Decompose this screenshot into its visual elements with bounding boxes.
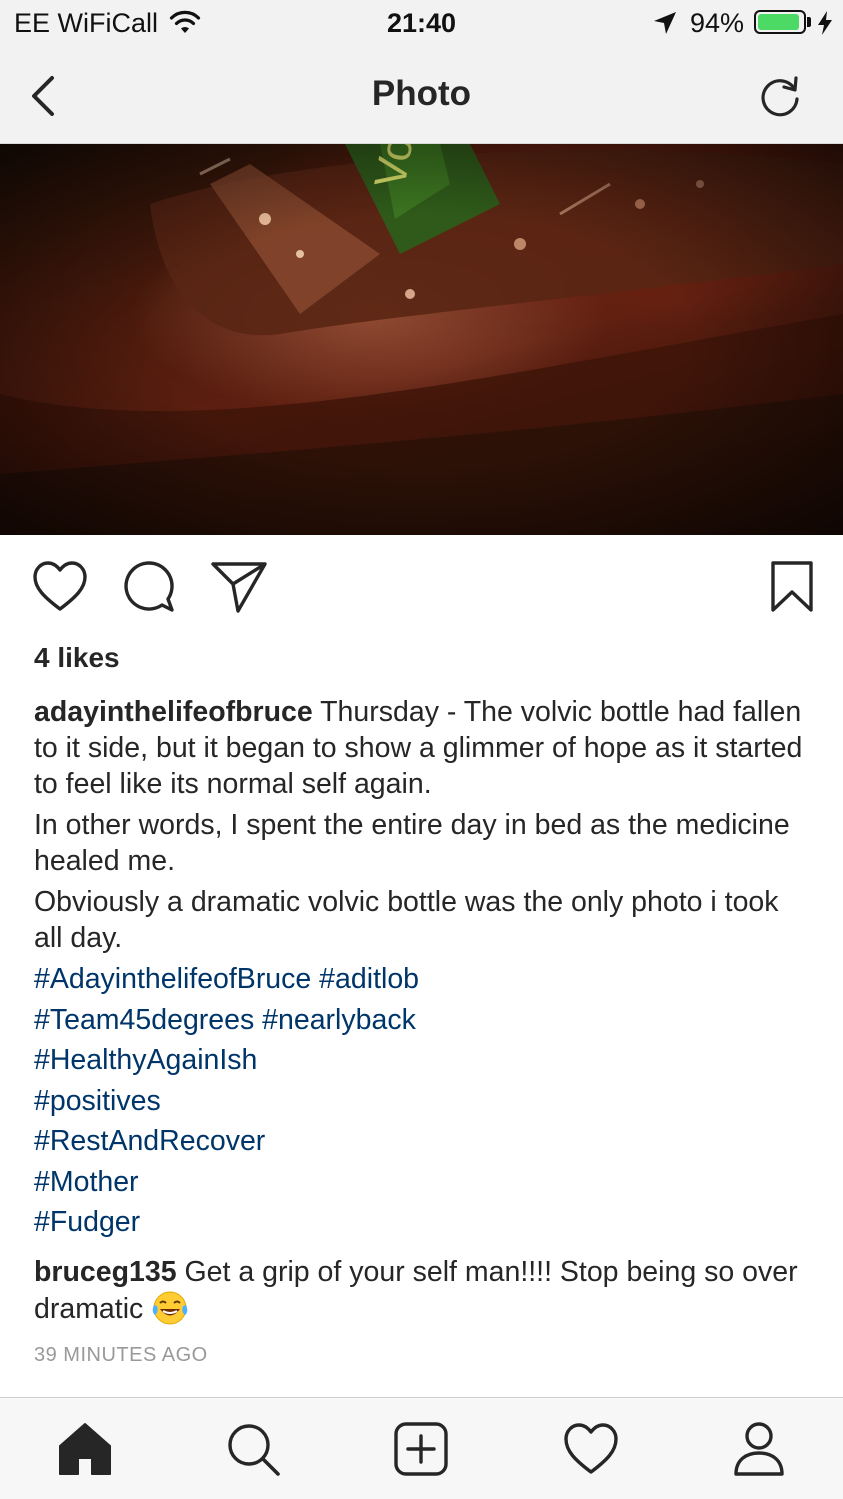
photo-vignette	[0, 144, 843, 535]
battery-icon	[754, 10, 806, 34]
home-icon[interactable]	[56, 1420, 114, 1478]
hashtag-line[interactable]: #Mother	[34, 1162, 814, 1203]
hashtag-list: #AdayinthelifeofBruce #aditlob #Team45de…	[34, 959, 814, 1243]
post-timestamp: 39 MINUTES AGO	[34, 1344, 208, 1366]
battery-percent: 94%	[690, 8, 745, 38]
comment: bruceg135 Get a grip of your self man!!!…	[34, 1254, 814, 1327]
heart-icon[interactable]	[32, 560, 88, 614]
action-bar	[0, 560, 843, 620]
hashtag-line[interactable]: #Team45degrees #nearlyback	[34, 1000, 814, 1041]
share-icon[interactable]	[210, 560, 268, 614]
battery-tip	[807, 17, 811, 27]
caption-paragraph-1: adayinthelifeofbruce Thursday - The volv…	[34, 694, 814, 802]
profile-icon[interactable]	[730, 1420, 788, 1478]
search-icon[interactable]	[224, 1420, 282, 1478]
nav-bar: Photo	[0, 48, 843, 144]
hashtag-line[interactable]: #positives	[34, 1081, 814, 1122]
page-title: Photo	[371, 74, 472, 113]
caption-username[interactable]: adayinthelifeofbruce	[34, 696, 313, 728]
hashtag-line[interactable]: #HealthyAgainIsh	[34, 1040, 814, 1081]
comment-username[interactable]: bruceg135	[34, 1256, 177, 1288]
post-caption: adayinthelifeofbruce Thursday - The volv…	[34, 694, 814, 961]
charging-bolt-icon	[818, 11, 832, 35]
tab-bar	[0, 1397, 843, 1499]
status-bar: EE WiFiCall 21:40 94%	[0, 0, 843, 48]
bookmark-icon[interactable]	[770, 560, 814, 614]
comment-icon[interactable]	[122, 560, 176, 614]
caption-paragraph-2: In other words, I spent the entire day i…	[34, 809, 790, 877]
hashtag-line[interactable]: #Fudger	[34, 1202, 814, 1243]
location-arrow-icon	[654, 12, 676, 34]
new-post-icon[interactable]	[392, 1420, 450, 1478]
post-photo[interactable]: Vo	[0, 144, 843, 535]
hashtag-line[interactable]: #AdayinthelifeofBruce #aditlob	[34, 959, 814, 1000]
laughing-tears-emoji	[152, 1291, 188, 1325]
caption-paragraph-3: Obviously a dramatic volvic bottle was t…	[34, 886, 779, 954]
refresh-icon[interactable]	[756, 72, 804, 120]
hashtag-line[interactable]: #RestAndRecover	[34, 1121, 814, 1162]
likes-count[interactable]: 4 likes	[34, 642, 120, 674]
activity-heart-icon[interactable]	[562, 1420, 620, 1478]
